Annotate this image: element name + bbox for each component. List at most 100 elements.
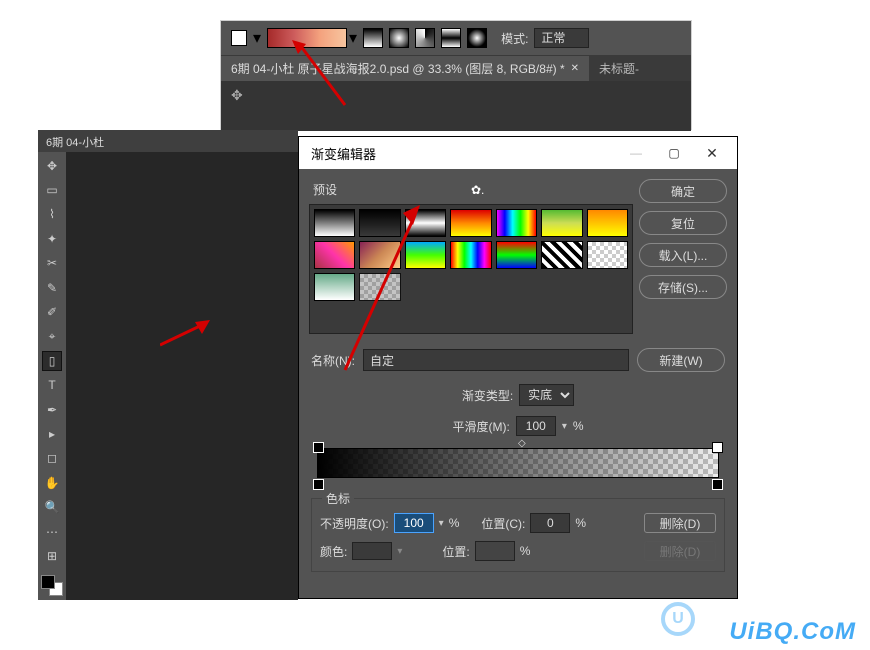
close-icon[interactable]: ✕ <box>571 63 579 74</box>
hand-tool[interactable]: ✋ <box>42 473 62 492</box>
gear-icon[interactable]: ✿. <box>471 183 629 197</box>
gradient-preview <box>267 28 347 48</box>
position2-label: 位置: <box>442 543 469 560</box>
presets-panel: 预设 ✿. <box>309 179 633 334</box>
preset-swatch[interactable] <box>314 209 355 237</box>
shape-tool[interactable]: ◻ <box>42 449 62 468</box>
chevron-down-icon: ▾ <box>397 546 402 557</box>
eyedropper-tool[interactable]: ✎ <box>42 278 62 297</box>
gradient-type-select[interactable]: 实底 <box>519 384 574 406</box>
position2-input <box>475 541 515 561</box>
chevron-down-icon[interactable]: ▾ <box>439 518 444 529</box>
stops-title: 色标 <box>322 490 354 507</box>
percent-label: % <box>449 516 460 530</box>
foreground-swatch[interactable] <box>231 30 247 46</box>
preset-swatch[interactable] <box>359 273 400 301</box>
move-tool-icon: ✥ <box>231 87 243 104</box>
linear-gradient-button[interactable] <box>363 28 383 48</box>
percent-label: % <box>573 419 584 433</box>
presets-label: 预设 <box>313 181 471 198</box>
preset-swatch[interactable] <box>359 241 400 269</box>
diamond-gradient-button[interactable] <box>467 28 487 48</box>
clone-tool[interactable]: ⌖ <box>42 327 62 346</box>
gradient-tool[interactable]: ▯ <box>42 351 62 370</box>
gradient-name-input[interactable] <box>363 349 629 371</box>
minimize-button[interactable] <box>617 139 655 167</box>
gradient-bar[interactable]: ◇ <box>299 444 737 480</box>
smoothness-label: 平滑度(M): <box>452 418 509 435</box>
watermark-icon: U <box>661 602 695 636</box>
opacity-label: 不透明度(O): <box>320 515 389 532</box>
opacity-input[interactable] <box>394 513 434 533</box>
marquee-tool[interactable]: ▭ <box>42 180 62 199</box>
brush-tool[interactable]: ✐ <box>42 302 62 321</box>
tool-palette: ✥ ▭ ⌇ ✦ ✂ ✎ ✐ ⌖ ▯ T ✒ ▸ ◻ ✋ 🔍 ⋯ ⊞ <box>38 152 66 600</box>
canvas-preview: ✥ <box>221 81 691 131</box>
blend-mode-label: 模式: <box>501 30 528 47</box>
color-swatches[interactable] <box>41 575 63 596</box>
type-tool[interactable]: T <box>42 376 62 395</box>
magic-wand-tool[interactable]: ✦ <box>42 229 62 248</box>
delete-stop-button[interactable]: 删除(D) <box>644 513 716 533</box>
preset-swatch[interactable] <box>359 209 400 237</box>
smoothness-input[interactable] <box>516 416 556 436</box>
foreground-color <box>41 575 55 589</box>
preset-swatch[interactable] <box>587 241 628 269</box>
delete-stop-button-disabled: 删除(D) <box>644 541 716 561</box>
zoom-tool[interactable]: 🔍 <box>42 497 62 516</box>
save-button[interactable]: 存储(S)... <box>639 275 727 299</box>
preset-swatch[interactable] <box>496 209 537 237</box>
preset-swatch[interactable] <box>405 209 446 237</box>
preset-swatch[interactable] <box>541 209 582 237</box>
preset-swatch[interactable] <box>450 209 491 237</box>
blend-mode-select[interactable]: 正常 <box>534 28 589 48</box>
swatch-dropdown[interactable]: ▾ <box>253 28 261 48</box>
color-stop-left[interactable] <box>313 479 324 490</box>
preset-swatch[interactable] <box>405 241 446 269</box>
color-chip <box>352 542 392 560</box>
close-button[interactable] <box>693 139 731 167</box>
move-tool[interactable]: ✥ <box>42 156 62 175</box>
radial-gradient-button[interactable] <box>389 28 409 48</box>
canvas-area[interactable] <box>66 152 298 600</box>
document-tabs: 6期 04-小杜 原子星战海报2.0.psd @ 33.3% (图层 8, RG… <box>221 55 691 81</box>
preset-swatch[interactable] <box>496 241 537 269</box>
stops-panel: 色标 不透明度(O): ▾ % 位置(C): % 删除(D) 颜色: ▾ 位置:… <box>311 498 725 572</box>
edit-toolbar[interactable]: ⊞ <box>42 546 62 565</box>
gradient-ramp[interactable] <box>317 448 719 478</box>
ok-button[interactable]: 确定 <box>639 179 727 203</box>
watermark-text: UiBQ.CoM <box>729 618 856 646</box>
dialog-titlebar[interactable]: 渐变编辑器 <box>299 137 737 169</box>
dialog-title: 渐变编辑器 <box>311 144 617 163</box>
dialog-buttons: 确定 复位 载入(L)... 存储(S)... <box>639 179 727 334</box>
new-button[interactable]: 新建(W) <box>637 348 725 372</box>
pen-tool[interactable]: ✒ <box>42 400 62 419</box>
preset-swatch[interactable] <box>450 241 491 269</box>
chevron-down-icon[interactable]: ▾ <box>562 421 567 432</box>
preset-swatch[interactable] <box>314 241 355 269</box>
preset-swatch[interactable] <box>541 241 582 269</box>
preset-swatch[interactable] <box>314 273 355 301</box>
opacity-stop-right[interactable] <box>712 442 723 453</box>
reflected-gradient-button[interactable] <box>441 28 461 48</box>
document-tab-inactive[interactable]: 未标题- <box>589 56 649 81</box>
preset-swatch[interactable] <box>587 209 628 237</box>
opacity-stop-left[interactable] <box>313 442 324 453</box>
window-title: 6期 04-小杜 <box>38 130 298 152</box>
more-tool[interactable]: ⋯ <box>42 522 62 541</box>
lasso-tool[interactable]: ⌇ <box>42 205 62 224</box>
color-stop-right[interactable] <box>712 479 723 490</box>
document-tab-active[interactable]: 6期 04-小杜 原子星战海报2.0.psd @ 33.3% (图层 8, RG… <box>221 56 589 81</box>
photoshop-options-bar: ▾ ▾ 模式: 正常 6期 04-小杜 原子星战海报2.0.psd @ 33.3… <box>220 20 692 130</box>
angle-gradient-button[interactable] <box>415 28 435 48</box>
reset-button[interactable]: 复位 <box>639 211 727 235</box>
gradient-preview-dropdown[interactable]: ▾ <box>267 28 357 48</box>
path-tool[interactable]: ▸ <box>42 424 62 443</box>
crop-tool[interactable]: ✂ <box>42 254 62 273</box>
position-input[interactable] <box>530 513 570 533</box>
presets-grid <box>309 204 633 334</box>
photoshop-window-left: 6期 04-小杜 ✥ ▭ ⌇ ✦ ✂ ✎ ✐ ⌖ ▯ T ✒ ▸ ◻ ✋ 🔍 ⋯… <box>38 130 298 600</box>
load-button[interactable]: 载入(L)... <box>639 243 727 267</box>
maximize-button[interactable] <box>655 139 693 167</box>
midpoint-marker[interactable]: ◇ <box>518 438 526 449</box>
